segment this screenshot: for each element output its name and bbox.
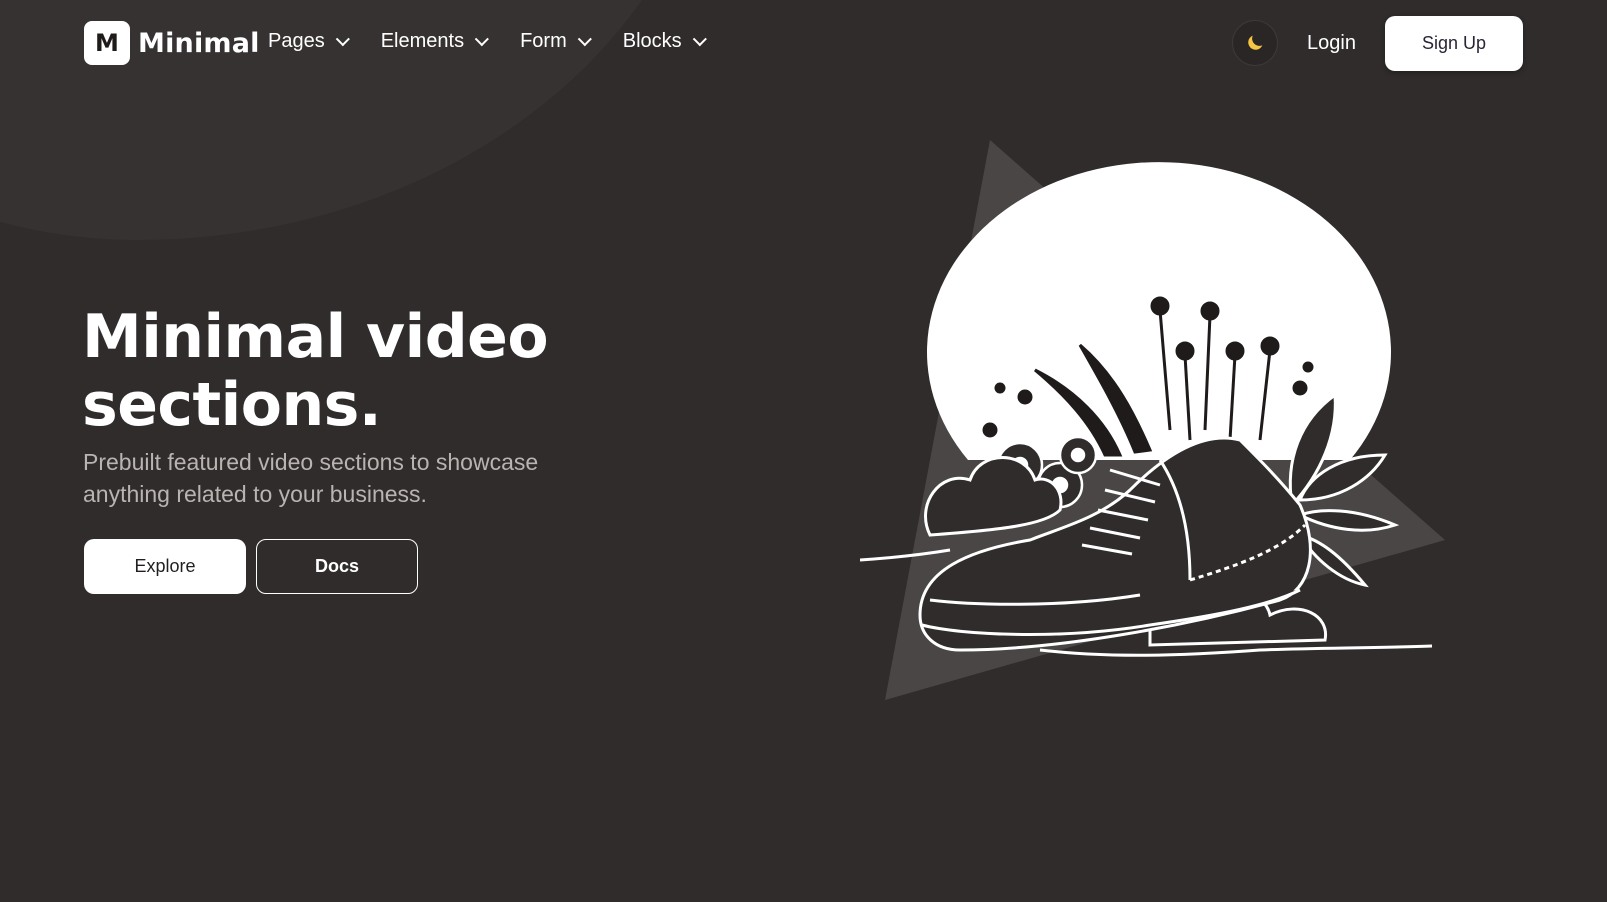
hero-title: Minimal video sections. [82,302,549,440]
moon-icon [1248,35,1263,50]
menu-item-blocks[interactable]: Blocks [622,30,707,53]
chevron-down-icon [692,31,707,46]
chevron-down-icon [474,31,489,46]
hero-subtitle: Prebuilt featured video sections to show… [83,449,539,507]
main-menu: Pages Elements Form Blocks [268,30,707,53]
chevron-down-icon [335,31,350,46]
chevron-down-icon [577,31,592,46]
page: M Minimal Pages Elements Form Blocks Log… [0,0,1607,902]
top-navigation: M Minimal Pages Elements Form Blocks Log… [0,0,1607,88]
sign-up-button[interactable]: Sign Up [1385,16,1523,71]
hero-illustration [860,140,1445,700]
brand-name: Minimal [138,27,260,59]
brand-logo[interactable]: M Minimal [84,21,260,65]
menu-item-elements[interactable]: Elements [380,30,489,53]
theme-toggle-button[interactable] [1232,20,1278,66]
menu-item-label: Form [520,30,567,52]
menu-item-label: Blocks [622,30,682,52]
menu-item-label: Elements [380,30,465,52]
menu-item-form[interactable]: Form [520,30,592,53]
login-link[interactable]: Login [1307,32,1356,55]
docs-button[interactable]: Docs [256,539,418,594]
menu-item-label: Pages [268,30,325,52]
logo-mark: M [84,21,130,65]
explore-button[interactable]: Explore [84,539,246,594]
menu-item-pages[interactable]: Pages [268,30,350,53]
